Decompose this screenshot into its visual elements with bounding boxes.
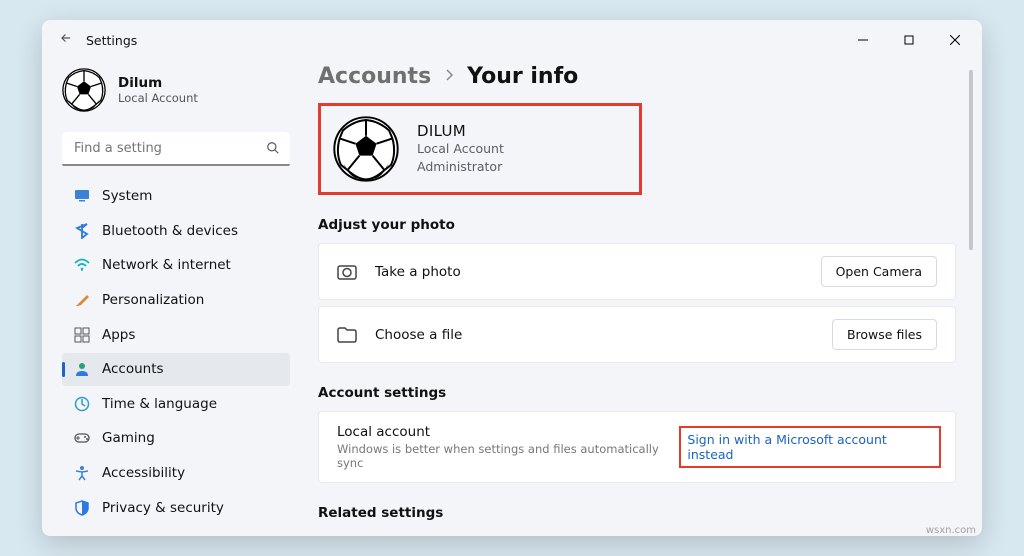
- sign-in-microsoft-link[interactable]: Sign in with a Microsoft account instead: [683, 430, 937, 464]
- nav-label: Accessibility: [102, 465, 185, 481]
- choose-file-label: Choose a file: [375, 327, 462, 343]
- content-area: Accounts Your info DILUM Local Account A…: [302, 60, 982, 536]
- paintbrush-icon: [74, 292, 90, 308]
- minimize-button[interactable]: [840, 20, 886, 60]
- hero-role: Administrator: [417, 158, 504, 176]
- hero-name: DILUM: [417, 122, 504, 140]
- section-related-settings: Related settings: [318, 505, 956, 521]
- account-hero: DILUM Local Account Administrator: [318, 103, 642, 195]
- local-account-row: Local account Windows is better when set…: [318, 411, 956, 483]
- section-adjust-photo: Adjust your photo: [318, 217, 956, 233]
- person-icon: [74, 361, 90, 377]
- profile-block[interactable]: Dilum Local Account: [62, 64, 290, 126]
- choose-file-row: Choose a file Browse files: [318, 306, 956, 363]
- accessibility-icon: [74, 465, 90, 481]
- wifi-icon: [74, 257, 90, 273]
- nav-label: Time & language: [102, 396, 217, 412]
- gamepad-icon: [74, 430, 90, 446]
- nav-personalization[interactable]: Personalization: [62, 284, 290, 317]
- search-box[interactable]: [62, 132, 290, 166]
- browse-files-button[interactable]: Browse files: [832, 319, 937, 350]
- nav-label: Privacy & security: [102, 500, 224, 516]
- nav-apps[interactable]: Apps: [62, 318, 290, 351]
- take-photo-label: Take a photo: [375, 264, 461, 280]
- breadcrumb: Accounts Your info: [318, 62, 956, 103]
- nav-label: Bluetooth & devices: [102, 223, 238, 239]
- local-account-title: Local account: [337, 424, 683, 440]
- nav-label: Apps: [102, 327, 135, 343]
- open-camera-button[interactable]: Open Camera: [821, 256, 937, 287]
- profile-name: Dilum: [118, 75, 198, 91]
- camera-icon: [337, 262, 357, 282]
- nav-list: System Bluetooth & devices Network & int…: [62, 180, 290, 524]
- bluetooth-icon: [74, 223, 90, 239]
- nav-bluetooth[interactable]: Bluetooth & devices: [62, 215, 290, 248]
- content-scrollbar[interactable]: [968, 70, 974, 516]
- nav-label: Gaming: [102, 430, 155, 446]
- nav-label: Personalization: [102, 292, 204, 308]
- take-photo-row: Take a photo Open Camera: [318, 243, 956, 300]
- shield-icon: [74, 500, 90, 516]
- nav-label: Network & internet: [102, 257, 231, 273]
- folder-icon: [337, 325, 357, 345]
- titlebar: Settings: [42, 20, 982, 60]
- breadcrumb-current: Your info: [467, 64, 578, 89]
- watermark: wsxn.com: [926, 525, 976, 536]
- nav-system[interactable]: System: [62, 180, 290, 213]
- window-title: Settings: [86, 33, 137, 48]
- search-icon: [266, 141, 280, 159]
- nav-accounts[interactable]: Accounts: [62, 353, 290, 386]
- close-button[interactable]: [932, 20, 978, 60]
- nav-label: Accounts: [102, 361, 164, 377]
- nav-network[interactable]: Network & internet: [62, 249, 290, 282]
- hero-account-type: Local Account: [417, 140, 504, 158]
- breadcrumb-parent[interactable]: Accounts: [318, 64, 431, 89]
- nav-label: System: [102, 188, 152, 204]
- settings-window: Settings Dilum Local Account System Blue…: [42, 20, 982, 536]
- local-account-desc: Windows is better when settings and file…: [337, 442, 683, 470]
- back-button[interactable]: [46, 31, 86, 49]
- globe-clock-icon: [74, 396, 90, 412]
- section-account-settings: Account settings: [318, 385, 956, 401]
- nav-time[interactable]: Time & language: [62, 388, 290, 421]
- avatar-small: [62, 68, 106, 112]
- search-input[interactable]: [62, 132, 290, 166]
- profile-subtitle: Local Account: [118, 91, 198, 105]
- apps-icon: [74, 327, 90, 343]
- chevron-right-icon: [445, 69, 453, 85]
- window-controls: [840, 20, 978, 60]
- scroll-thumb[interactable]: [969, 70, 973, 250]
- maximize-button[interactable]: [886, 20, 932, 60]
- avatar-large: [333, 116, 399, 182]
- nav-privacy[interactable]: Privacy & security: [62, 491, 290, 524]
- nav-accessibility[interactable]: Accessibility: [62, 457, 290, 490]
- monitor-icon: [74, 188, 90, 204]
- nav-gaming[interactable]: Gaming: [62, 422, 290, 455]
- sidebar: Dilum Local Account System Bluetooth & d…: [42, 60, 302, 536]
